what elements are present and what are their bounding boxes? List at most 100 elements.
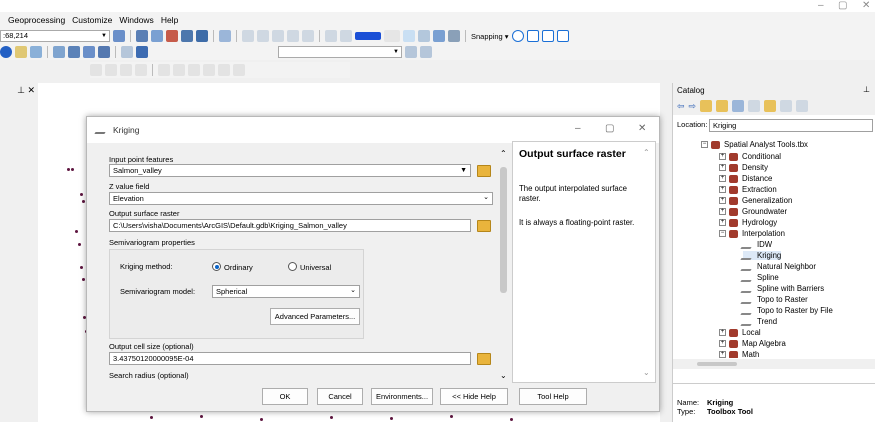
tree-item-density[interactable]: + Density <box>719 163 768 172</box>
tree-root[interactable]: − Spatial Analyst Tools.tbx <box>701 140 808 149</box>
scrollbar-thumb[interactable] <box>500 167 507 293</box>
output-raster-input[interactable]: C:\Users\visha\Documents\ArcGIS\Default.… <box>109 219 471 232</box>
draw-j-icon[interactable] <box>233 64 245 76</box>
toolbox-icon[interactable] <box>166 30 178 42</box>
color-swatch[interactable] <box>355 32 381 40</box>
layer-b-icon[interactable] <box>420 46 432 58</box>
scale-combo[interactable]: :68,214 ▼ <box>0 30 110 42</box>
tool-b-icon[interactable] <box>257 30 269 42</box>
python-icon[interactable] <box>219 30 231 42</box>
connect-folder-icon[interactable] <box>716 100 729 112</box>
layer-a-icon[interactable] <box>405 46 417 58</box>
tree-item-extraction[interactable]: + Extraction <box>719 185 777 194</box>
z-value-combo[interactable]: Elevation ⌄ <box>109 192 493 205</box>
draw-h-icon[interactable] <box>203 64 215 76</box>
draw-i-icon[interactable] <box>218 64 230 76</box>
tool-c-icon[interactable] <box>272 30 284 42</box>
tree-item-math[interactable]: + Math <box>719 350 759 358</box>
tree-tool-kriging[interactable]: Kriging <box>740 251 782 261</box>
draw-a-icon[interactable] <box>90 64 102 76</box>
ok-button[interactable]: OK <box>262 388 308 405</box>
draw-b-icon[interactable] <box>105 64 117 76</box>
edit-icon[interactable] <box>15 46 27 58</box>
parameters-scrollbar[interactable]: ⌃ ⌄ <box>497 145 511 383</box>
back-icon[interactable]: ⇦ <box>677 101 685 112</box>
universal-radio[interactable] <box>288 262 297 271</box>
options-icon[interactable] <box>796 100 809 112</box>
cell-size-browse-folder-icon[interactable] <box>477 353 491 365</box>
menu-windows[interactable]: Windows <box>119 15 153 25</box>
toc-pane-controls[interactable]: ⊥ ✕ <box>0 83 38 97</box>
ordinary-radio[interactable] <box>212 262 221 271</box>
tree-item-interpolation[interactable]: − Interpolation <box>719 229 785 238</box>
catalog-icon[interactable] <box>181 30 193 42</box>
layout-b-icon[interactable] <box>418 30 430 42</box>
help-scroll-up-icon[interactable]: ⌃ <box>643 148 650 157</box>
location-input[interactable]: Kriging <box>709 119 873 132</box>
new-folder-icon[interactable] <box>764 100 777 112</box>
info-icon[interactable] <box>0 46 12 58</box>
tree-item-groundwater[interactable]: + Groundwater <box>719 207 787 216</box>
layer-combo[interactable]: ▼ <box>278 46 402 58</box>
input-features-combo[interactable]: Salmon_valley ▼ <box>109 164 471 177</box>
input-browse-folder-icon[interactable] <box>477 165 491 177</box>
tree-item-generalization[interactable]: + Generalization <box>719 196 792 205</box>
tool-a-icon[interactable] <box>242 30 254 42</box>
menu-geoprocessing[interactable]: Geoprocessing <box>8 15 65 25</box>
catalog-pin-icon[interactable]: ⊥ <box>863 85 870 94</box>
clear-icon[interactable] <box>121 46 133 58</box>
tree-tool-trend[interactable]: Trend <box>740 317 777 327</box>
color-dropdown[interactable] <box>384 30 400 42</box>
snapping-menu[interactable]: Snapping ▾ <box>471 32 509 41</box>
table-icon[interactable] <box>151 30 163 42</box>
draw-g-icon[interactable] <box>188 64 200 76</box>
tool-help-button[interactable]: Tool Help <box>519 388 587 405</box>
tree-item-distance[interactable]: + Distance <box>719 174 772 183</box>
maximize-button[interactable]: ▢ <box>838 0 847 12</box>
tool-f-icon[interactable] <box>325 30 337 42</box>
forward-icon[interactable]: ⇨ <box>689 101 697 112</box>
draw-c-icon[interactable] <box>120 64 132 76</box>
draw-f-icon[interactable] <box>173 64 185 76</box>
draw-d-icon[interactable] <box>135 64 147 76</box>
snap-point-icon[interactable] <box>511 30 524 42</box>
output-browse-folder-icon[interactable] <box>477 220 491 232</box>
minimize-button[interactable]: – <box>818 0 824 12</box>
editor-icon[interactable] <box>136 30 148 42</box>
cancel-button[interactable]: Cancel <box>317 388 363 405</box>
tree-tool-spline[interactable]: Spline <box>740 273 779 283</box>
tool-d-icon[interactable] <box>287 30 299 42</box>
toc-icon[interactable] <box>780 100 793 112</box>
chart-icon[interactable] <box>53 46 65 58</box>
environments-button[interactable]: Environments... <box>371 388 433 405</box>
snap-edge-icon[interactable] <box>556 30 569 42</box>
measure-icon[interactable] <box>113 30 125 42</box>
dialog-close-button[interactable]: ✕ <box>638 123 646 134</box>
help-scroll-down-icon[interactable]: ⌄ <box>643 368 650 377</box>
tree-tool-natural-neighbor[interactable]: Natural Neighbor <box>740 262 816 272</box>
tree-item-conditional[interactable]: + Conditional <box>719 152 781 161</box>
tree-tool-spline-barriers[interactable]: Spline with Barriers <box>740 284 824 294</box>
tool-e-icon[interactable] <box>302 30 314 42</box>
bookmark-icon[interactable] <box>83 46 95 58</box>
tree-item-hydrology[interactable]: + Hydrology <box>719 218 777 227</box>
refresh-icon[interactable] <box>732 100 745 112</box>
snap-vertex-icon[interactable] <box>541 30 554 42</box>
layout-d-icon[interactable] <box>448 30 460 42</box>
note-icon[interactable] <box>30 46 42 58</box>
dialog-minimize-button[interactable]: – <box>575 123 581 134</box>
menu-help[interactable]: Help <box>161 15 178 25</box>
find-icon[interactable] <box>68 46 80 58</box>
tool-g-icon[interactable] <box>340 30 352 42</box>
layout-icon[interactable] <box>403 30 415 42</box>
hide-help-button[interactable]: << Hide Help <box>440 388 508 405</box>
dialog-maximize-button[interactable]: ▢ <box>605 123 614 134</box>
semivariogram-model-select[interactable]: Spherical ⌄ <box>212 285 360 298</box>
close-button[interactable]: ✕ <box>862 0 870 12</box>
select-icon[interactable] <box>98 46 110 58</box>
layout-c-icon[interactable] <box>433 30 445 42</box>
tree-tool-topo-to-raster-file[interactable]: Topo to Raster by File <box>740 306 833 316</box>
snap-end-icon[interactable] <box>526 30 539 42</box>
home-folder-icon[interactable] <box>700 100 713 112</box>
advanced-parameters-button[interactable]: Advanced Parameters... <box>270 308 360 325</box>
